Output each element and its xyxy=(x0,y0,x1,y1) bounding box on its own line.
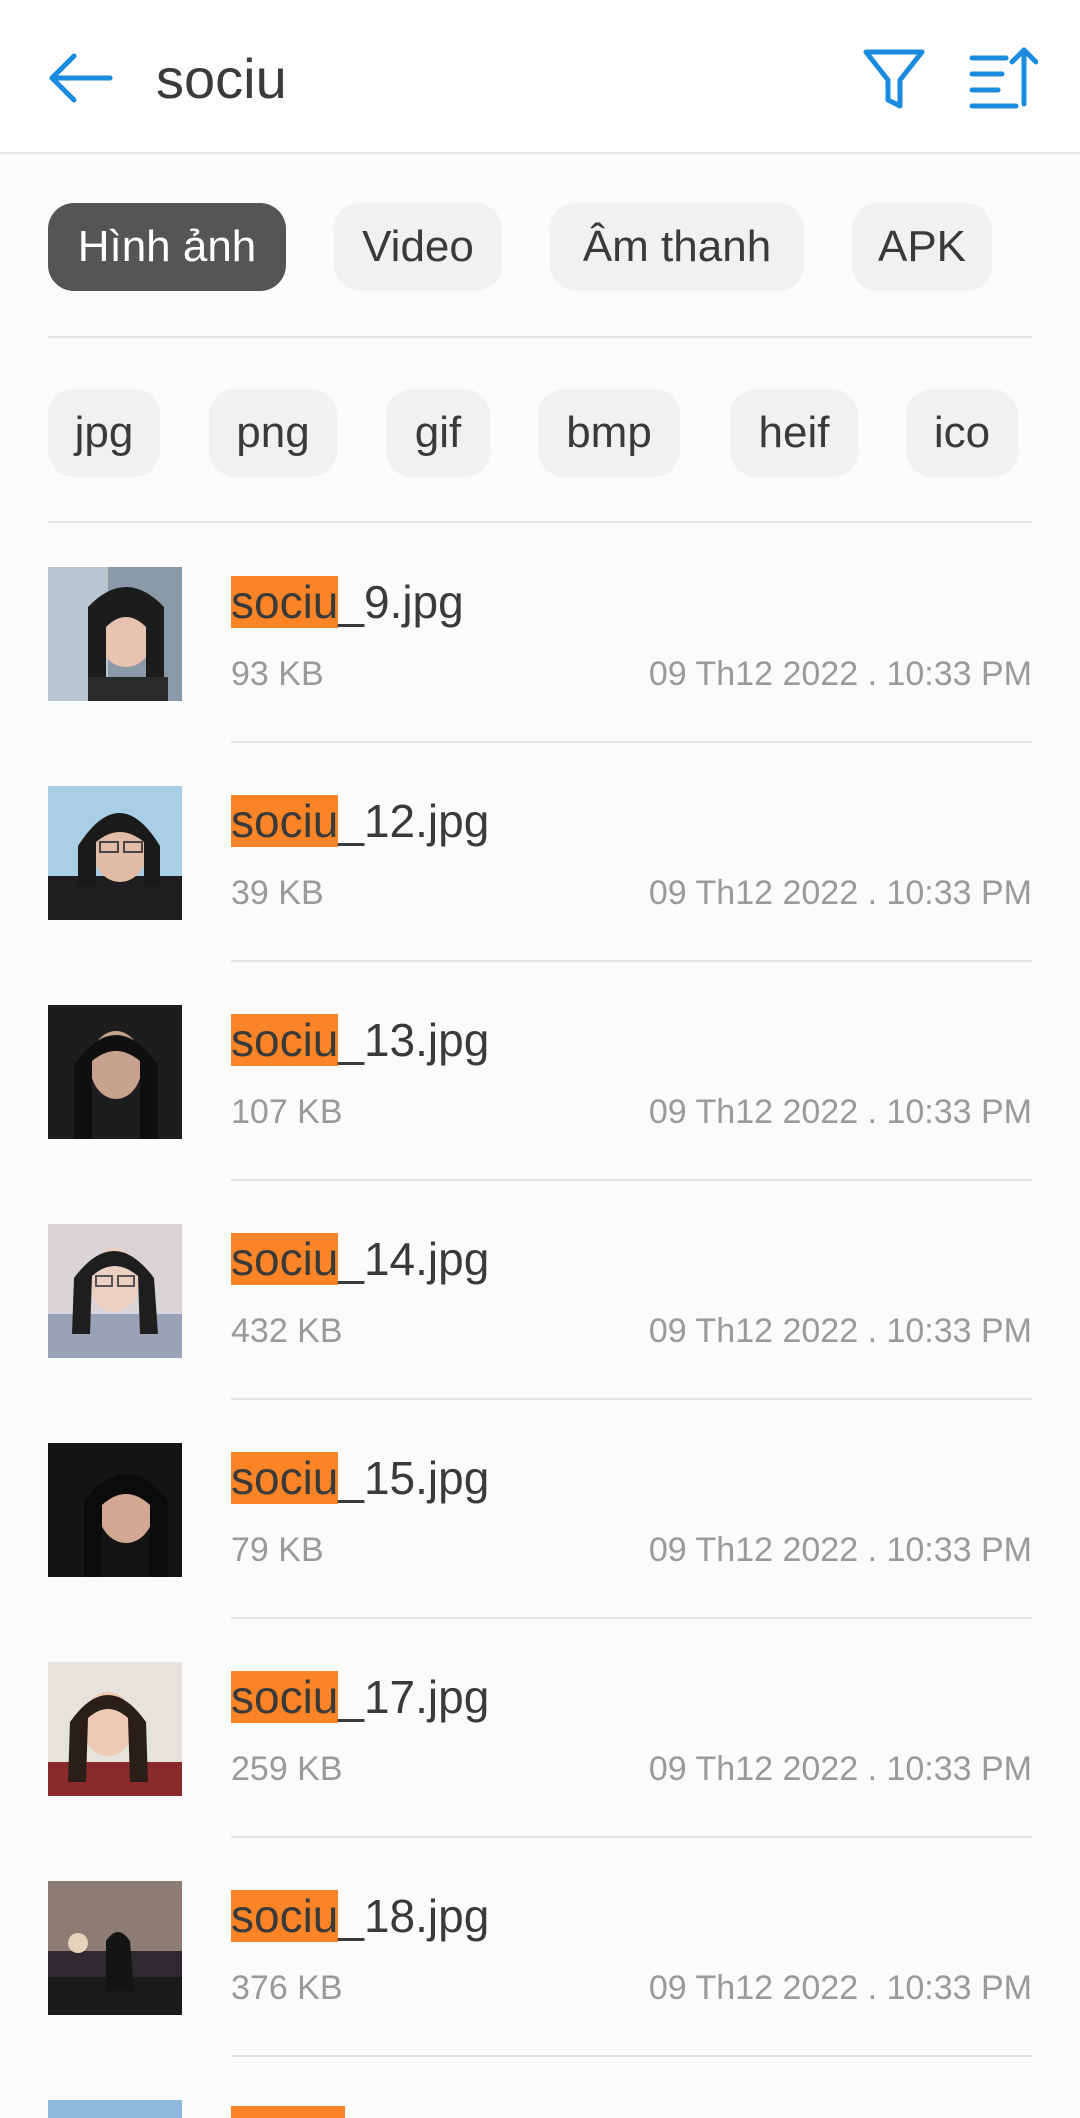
file-size: 376 KB xyxy=(231,1969,343,2007)
top-bar: sociu xyxy=(0,0,1080,154)
tab-images[interactable]: Hình ảnh xyxy=(48,203,286,291)
file-thumbnail xyxy=(48,1005,182,1139)
search-query-title: sociu xyxy=(156,47,287,110)
file-row[interactable]: sociu_15.jpg 79 KB 09 Th12 2022 . 10:33 … xyxy=(0,1443,1080,1661)
row-divider xyxy=(231,1617,1032,1619)
file-name: sociu_9.jpg xyxy=(231,576,464,628)
row-divider xyxy=(231,2055,1032,2057)
file-name: sociu_14.jpg xyxy=(231,1233,490,1285)
row-divider xyxy=(231,960,1032,962)
search-match-highlight: sociu xyxy=(231,1671,339,1723)
format-chip-jpg[interactable]: jpg xyxy=(48,389,160,477)
file-date: 09 Th12 2022 . 10:33 PM xyxy=(648,1093,1032,1131)
search-match-highlight: sociu xyxy=(231,1014,339,1066)
file-thumbnail xyxy=(48,1662,182,1796)
file-date: 09 Th12 2022 . 10:33 PM xyxy=(648,655,1032,693)
format-chip-ico[interactable]: ico xyxy=(906,389,1018,477)
file-name: sociu_15.jpg xyxy=(231,1452,490,1504)
arrow-left-icon xyxy=(49,53,113,103)
file-thumbnail xyxy=(48,567,182,701)
file-size: 39 KB xyxy=(231,874,324,912)
filter-icon xyxy=(863,49,925,109)
file-thumbnail xyxy=(48,786,182,920)
format-chip-heif[interactable]: heif xyxy=(730,389,858,477)
format-chip-png[interactable]: png xyxy=(209,389,337,477)
divider xyxy=(48,336,1032,338)
file-size: 93 KB xyxy=(231,655,324,693)
file-name: sociu_18.jpg xyxy=(231,1890,490,1942)
back-button[interactable] xyxy=(44,44,116,116)
file-size: 107 KB xyxy=(231,1093,343,1131)
file-name: sociu_13.jpg xyxy=(231,1014,490,1066)
sort-icon xyxy=(969,47,1039,109)
file-thumbnail xyxy=(48,1881,182,2015)
file-date: 09 Th12 2022 . 10:33 PM xyxy=(648,1750,1032,1788)
file-date: 09 Th12 2022 . 10:33 PM xyxy=(648,1531,1032,1569)
file-date: 09 Th12 2022 . 10:33 PM xyxy=(648,1312,1032,1350)
filter-button[interactable] xyxy=(858,44,930,116)
file-row[interactable]: sociu_18.jpg 376 KB 09 Th12 2022 . 10:33… xyxy=(0,1881,1080,2099)
category-tabs: Hình ảnh Video Âm thanh APK xyxy=(48,203,992,291)
file-size: 79 KB xyxy=(231,1531,324,1569)
row-divider xyxy=(231,1398,1032,1400)
file-name: sociu_12.jpg xyxy=(231,795,490,847)
next-row-highlight-partial xyxy=(231,2106,345,2118)
format-chip-gif[interactable]: gif xyxy=(386,389,490,477)
file-row[interactable]: sociu_13.jpg 107 KB 09 Th12 2022 . 10:33… xyxy=(0,1005,1080,1223)
search-match-highlight: sociu xyxy=(231,795,339,847)
file-size: 259 KB xyxy=(231,1750,343,1788)
search-match-highlight: sociu xyxy=(231,1452,339,1504)
file-date: 09 Th12 2022 . 10:33 PM xyxy=(648,1969,1032,2007)
row-divider xyxy=(231,741,1032,743)
file-thumbnail xyxy=(48,1443,182,1577)
file-row[interactable]: sociu_14.jpg 432 KB 09 Th12 2022 . 10:33… xyxy=(0,1224,1080,1442)
row-divider xyxy=(231,1836,1032,1838)
divider xyxy=(48,521,1032,523)
tab-apk[interactable]: APK xyxy=(852,203,992,291)
file-size: 432 KB xyxy=(231,1312,343,1350)
file-row[interactable]: sociu_12.jpg 39 KB 09 Th12 2022 . 10:33 … xyxy=(0,786,1080,1004)
file-date: 09 Th12 2022 . 10:33 PM xyxy=(648,874,1032,912)
file-row[interactable]: sociu_9.jpg 93 KB 09 Th12 2022 . 10:33 P… xyxy=(0,567,1080,785)
tab-video[interactable]: Video xyxy=(334,203,502,291)
file-name: sociu_17.jpg xyxy=(231,1671,490,1723)
search-match-highlight: sociu xyxy=(231,576,339,628)
format-chip-bmp[interactable]: bmp xyxy=(538,389,680,477)
sort-button[interactable] xyxy=(966,44,1039,116)
file-thumbnail xyxy=(48,1224,182,1358)
search-match-highlight: sociu xyxy=(231,1233,339,1285)
row-divider xyxy=(231,1179,1032,1181)
tab-audio[interactable]: Âm thanh xyxy=(550,203,804,291)
file-row[interactable]: sociu_17.jpg 259 KB 09 Th12 2022 . 10:33… xyxy=(0,1662,1080,1880)
search-match-highlight: sociu xyxy=(231,1890,339,1942)
next-row-thumbnail-partial xyxy=(48,2100,182,2118)
